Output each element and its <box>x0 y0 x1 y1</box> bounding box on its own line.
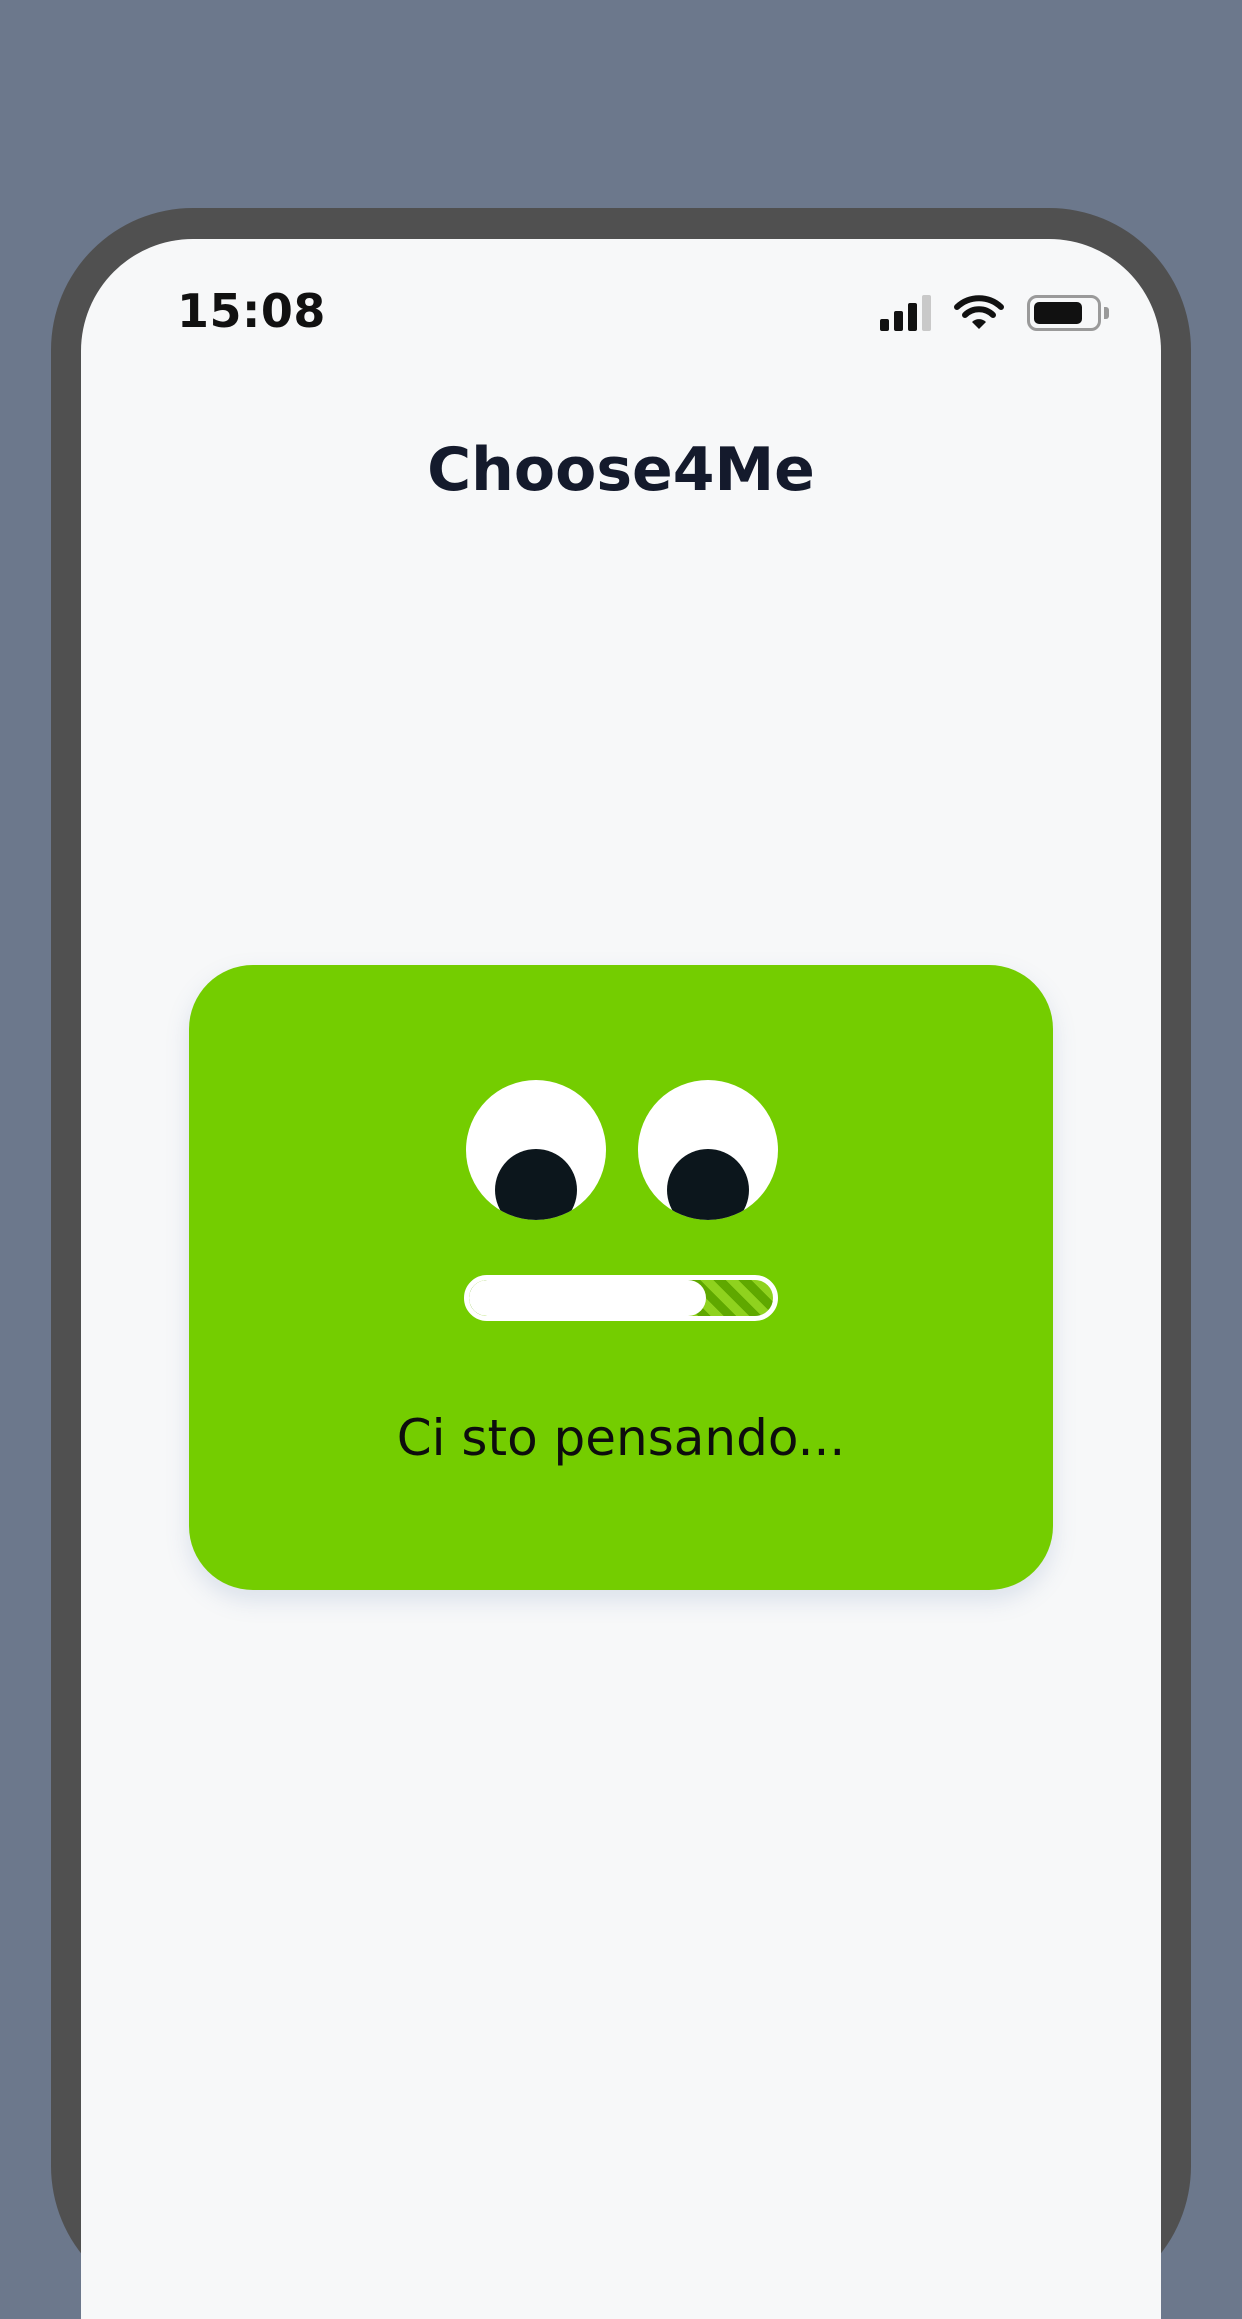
status-time: 15:08 <box>177 284 326 338</box>
left-eye <box>466 1080 606 1220</box>
battery-icon <box>1027 295 1109 331</box>
app-title: Choose4Me <box>427 435 815 505</box>
loading-message: Ci sto pensando... <box>396 1409 846 1467</box>
signal-icon <box>880 295 931 331</box>
phone-screen: 15:08 Choose4Me Ci sto pensando... <box>81 239 1161 2319</box>
loading-card: Ci sto pensando... <box>189 965 1053 1590</box>
battery-level <box>1034 302 1082 324</box>
right-eye <box>638 1080 778 1220</box>
wifi-icon <box>954 295 1004 329</box>
loading-progress-fill <box>469 1280 707 1316</box>
status-icons <box>880 293 1109 333</box>
loading-progress-bar <box>464 1275 778 1321</box>
right-pupil <box>667 1149 749 1220</box>
left-pupil <box>495 1149 577 1220</box>
